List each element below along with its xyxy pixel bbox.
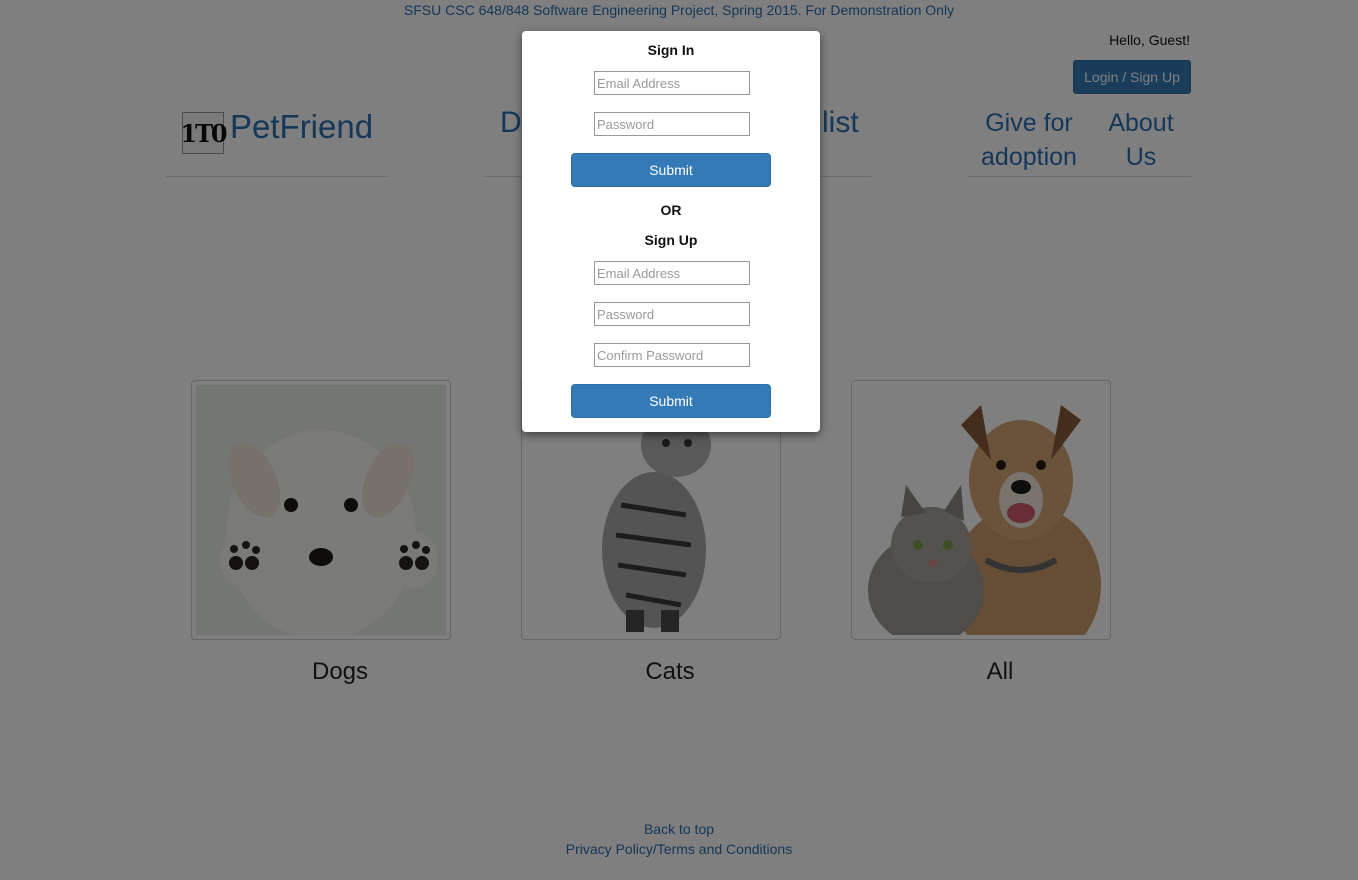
page: SFSU CSC 648/848 Software Engineering Pr… xyxy=(0,0,1358,880)
sign-up-password-input[interactable] xyxy=(594,302,750,326)
or-divider-text: OR xyxy=(660,202,682,218)
sign-in-submit-button[interactable]: Submit xyxy=(571,153,771,187)
sign-up-title: Sign Up xyxy=(644,232,698,248)
sign-up-email-input[interactable] xyxy=(594,261,750,285)
sign-in-password-input[interactable] xyxy=(594,112,750,136)
sign-up-confirm-password-input[interactable] xyxy=(594,343,750,367)
sign-up-submit-button[interactable]: Submit xyxy=(571,384,771,418)
sign-in-email-input[interactable] xyxy=(594,71,750,95)
login-signup-modal: Sign In Submit OR Sign Up Submit xyxy=(522,31,820,432)
sign-in-title: Sign In xyxy=(647,42,695,58)
